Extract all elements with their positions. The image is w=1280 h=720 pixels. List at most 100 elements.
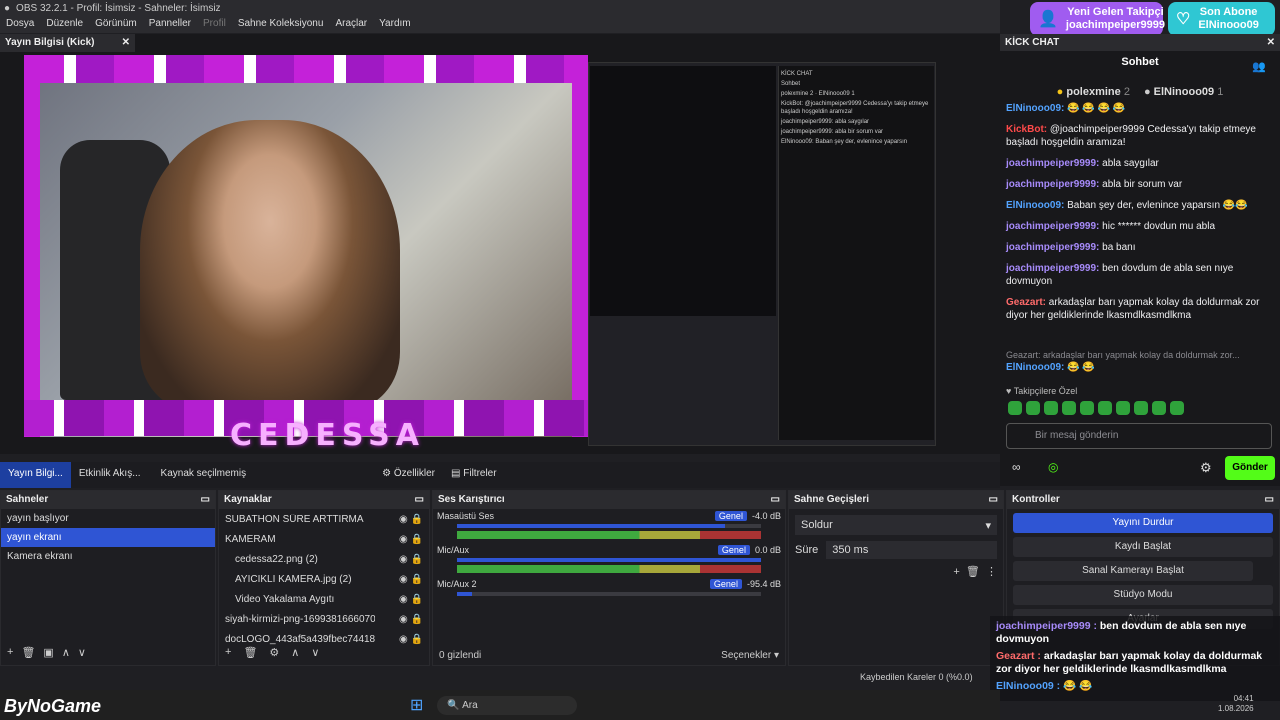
chat-message: joachimpeiper9999: abla bir sorum var: [1006, 178, 1274, 191]
audio-meter: [457, 565, 761, 573]
transitions-dock: Sahne Geçişleri ▭ Soldur ▾ Süre 350 ms + 🗑…: [788, 490, 1004, 666]
chat-tab[interactable]: Sohbet: [1000, 56, 1280, 68]
menu-gorunum[interactable]: Görünüm: [95, 18, 137, 31]
chat-username[interactable]: ElNinooo09:: [1006, 200, 1064, 211]
kick-chat-header: KİCK CHAT ✕: [1000, 34, 1280, 51]
down-arrow-icon[interactable]: ∨: [311, 646, 319, 659]
chat-username[interactable]: Geazart:: [1006, 297, 1046, 308]
chat-message: joachimpeiper9999: ben dovdum de abla se…: [1006, 262, 1274, 288]
visibility-lock-icon[interactable]: ◉ 🔒: [399, 594, 423, 605]
up-arrow-icon[interactable]: ∧: [291, 646, 299, 659]
followers-only-label: ♥ Takipçilere Özel: [1006, 386, 1078, 396]
volume-slider[interactable]: [457, 524, 761, 528]
scene-item-selected[interactable]: yayın ekranı: [1, 528, 215, 547]
pinned-text: 😂 😂: [1067, 362, 1095, 373]
trash-icon[interactable]: 🗑: [966, 566, 980, 578]
send-button[interactable]: Gönder: [1225, 456, 1275, 480]
scene-item[interactable]: yayın başlıyor: [1, 509, 215, 528]
visibility-lock-icon[interactable]: ◉ 🔒: [399, 554, 423, 565]
tab-stream-info[interactable]: Yayın Bilgi...: [0, 462, 71, 488]
visibility-lock-icon[interactable]: ◉ 🔒: [399, 614, 423, 625]
taskbar-search[interactable]: 🔍 Ara: [437, 695, 578, 715]
source-item[interactable]: siyah-kirmizi-png-1699381666070.png ◉ 🔒: [219, 609, 429, 629]
duration-input[interactable]: 350 ms: [826, 541, 997, 559]
gear-icon[interactable]: ⚙: [1200, 460, 1212, 476]
kick-chat-title: KİCK CHAT: [1005, 37, 1060, 48]
scenes-header: Sahneler ▭: [1, 491, 215, 509]
chat-input[interactable]: Bir mesaj gönderin: [1006, 423, 1272, 449]
add-icon[interactable]: +: [225, 646, 231, 659]
gifter-1: ● polexmine 2: [1056, 86, 1130, 98]
window-title: OBS 32.2.1 - Profil: İsimsiz - Sahneler:…: [16, 2, 221, 14]
more-icon[interactable]: ⋮: [986, 566, 997, 578]
source-item[interactable]: AYICIKLI KAMERA.jpg (2) ◉ 🔒: [219, 569, 429, 589]
chat-message: joachimpeiper9999: abla saygılar: [1006, 157, 1274, 170]
channel-tag: Genel: [709, 579, 742, 589]
chat-text: hic ****** dovdun mu abla: [1102, 221, 1216, 232]
reply-preview: Geazart: arkadaşlar barı yapmak kolay da…: [1006, 350, 1274, 378]
menu-sahne-koleksiyonu[interactable]: Sahne Koleksiyonu: [238, 18, 324, 31]
menu-dosya[interactable]: Dosya: [6, 18, 34, 31]
add-icon[interactable]: +: [7, 646, 13, 659]
dock-tabs: Yayın Bilgi... Etkinlik Akış... Kaynak s…: [0, 462, 1000, 488]
overlay-username: ElNinooo09 :: [996, 680, 1061, 692]
visibility-lock-icon[interactable]: ◉ 🔒: [399, 514, 423, 525]
streamer-figure: [140, 120, 400, 410]
gear-icon[interactable]: ⚙: [269, 646, 279, 659]
up-arrow-icon[interactable]: ∧: [62, 646, 70, 659]
obs-icon: ●: [4, 2, 11, 14]
studio-mode-button[interactable]: Stüdyo Modu: [1013, 585, 1273, 605]
close-icon[interactable]: ✕: [122, 37, 130, 49]
start-virtual-camera-button[interactable]: Sanal Kamerayı Başlat: [1013, 561, 1253, 581]
filters-button[interactable]: ▤ Filtreler: [443, 462, 505, 488]
tab-activity-feed[interactable]: Etkinlik Akış...: [71, 462, 149, 488]
chat-username[interactable]: KickBot:: [1006, 124, 1047, 135]
start-recording-button[interactable]: Kaydı Başlat: [1013, 537, 1273, 557]
config-icon[interactable]: ▣: [43, 646, 53, 659]
scene-item[interactable]: Kamera ekranı: [1, 547, 215, 566]
menu-araclar[interactable]: Araçlar: [335, 18, 367, 31]
add-icon[interactable]: +: [953, 566, 959, 578]
chat-username[interactable]: joachimpeiper9999:: [1006, 179, 1099, 190]
source-item[interactable]: SUBATHON SÜRE ARTTIRMA ◉ 🔒: [219, 509, 429, 529]
stop-stream-button[interactable]: Yayını Durdur: [1013, 513, 1273, 533]
heart-icon: ♡: [1176, 10, 1191, 28]
kick-logo-icon[interactable]: ◎: [1048, 460, 1058, 474]
close-icon[interactable]: ✕: [1267, 37, 1275, 48]
mixer-options-button[interactable]: Seçenekler ▾: [721, 650, 779, 661]
source-item[interactable]: KAMERAM ◉ 🔒: [219, 529, 429, 549]
volume-slider[interactable]: [457, 592, 761, 596]
channel-tag: Genel: [717, 545, 750, 555]
chat-username[interactable]: joachimpeiper9999:: [1006, 263, 1099, 274]
chat-username[interactable]: joachimpeiper9999:: [1006, 242, 1099, 253]
source-item[interactable]: cedessa22.png (2) ◉ 🔒: [219, 549, 429, 569]
follower-label: Yeni Gelen Takipçi: [1067, 6, 1164, 18]
trash-icon[interactable]: 🗑: [21, 646, 35, 659]
chat-username[interactable]: ElNinooo09:: [1006, 103, 1064, 114]
users-icon[interactable]: 👥: [1252, 60, 1266, 73]
menu-bar: Dosya Düzenle Görünüm Panneller Profil S…: [0, 16, 1000, 33]
down-arrow-icon[interactable]: ∨: [78, 646, 86, 659]
transition-select[interactable]: Soldur ▾: [795, 515, 997, 535]
user-plus-icon: 👤: [1038, 10, 1058, 28]
properties-button[interactable]: ⚙ Özellikler: [374, 462, 443, 488]
visibility-lock-icon[interactable]: ◉ 🔒: [399, 574, 423, 585]
menu-profil[interactable]: Profil: [203, 18, 226, 31]
menu-yardim[interactable]: Yardım: [379, 18, 411, 31]
emote-bar[interactable]: [1008, 401, 1184, 415]
sub-name: ElNinooo09: [1198, 19, 1259, 31]
trash-icon[interactable]: 🗑: [243, 646, 257, 659]
source-item[interactable]: Video Yakalama Aygıtı ◉ 🔒: [219, 589, 429, 609]
source-label: KAMERAM: [225, 533, 276, 545]
chat-username[interactable]: joachimpeiper9999:: [1006, 158, 1099, 169]
transitions-header: Sahne Geçişleri ▭: [789, 491, 1003, 509]
audio-meter: [457, 531, 761, 539]
visibility-lock-icon[interactable]: ◉ 🔒: [399, 534, 423, 545]
emote-picker-icon[interactable]: ∞: [1012, 460, 1021, 474]
volume-slider[interactable]: [457, 558, 761, 562]
chat-username[interactable]: joachimpeiper9999:: [1006, 221, 1099, 232]
windows-start-icon[interactable]: ⊞: [410, 695, 423, 715]
menu-paneller[interactable]: Panneller: [149, 18, 191, 31]
menu-duzenle[interactable]: Düzenle: [46, 18, 83, 31]
visibility-lock-icon[interactable]: ◉ 🔒: [399, 634, 423, 645]
